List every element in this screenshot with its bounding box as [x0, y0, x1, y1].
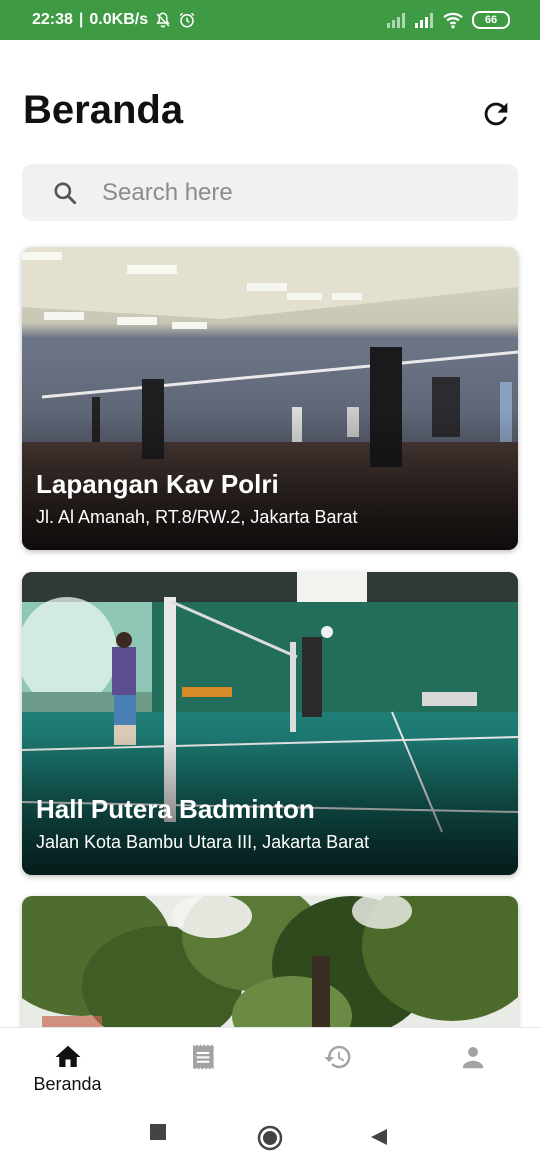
notifications-off-icon	[156, 12, 170, 28]
nav-item-beranda[interactable]: Beranda	[0, 1028, 135, 1106]
venue-name: Lapangan Kav Polri	[36, 469, 279, 499]
status-divider: |	[78, 11, 84, 28]
nav-item-history[interactable]	[270, 1028, 405, 1106]
recents-square-icon[interactable]	[149, 1123, 167, 1141]
person-icon	[462, 1047, 483, 1069]
venue-card[interactable]: Hall Putera Badminton Jalan Kota Bambu U…	[22, 572, 518, 875]
page-title: Beranda	[23, 88, 184, 132]
search-bar[interactable]	[22, 164, 518, 221]
refresh-icon	[484, 102, 508, 126]
status-right: 66	[386, 11, 510, 29]
status-time: 22:38	[32, 11, 73, 28]
battery-icon: 66	[472, 11, 510, 29]
search-input[interactable]	[100, 177, 484, 208]
venue-name: Hall Putera Badminton	[36, 794, 315, 824]
history-icon	[323, 1045, 350, 1069]
battery-level: 66	[484, 13, 498, 26]
wifi-icon	[443, 12, 463, 29]
status-bar: 22:38 | 0.0KB/s 66	[0, 0, 540, 40]
venue-address: Jl. Al Amanah, RT.8/RW.2, Jakarta Barat	[36, 507, 358, 527]
signal-icon	[387, 13, 405, 28]
home-icon	[55, 1045, 80, 1067]
venue-card[interactable]: Lapangan Kav Polri Jl. Al Amanah, RT.8/R…	[22, 247, 518, 550]
back-triangle-icon[interactable]	[370, 1128, 388, 1146]
nav-item-transactions[interactable]	[135, 1028, 270, 1106]
bottom-navigation: Beranda	[0, 1027, 540, 1106]
network-speed: 0.0KB/s	[89, 11, 149, 28]
nav-item-profile[interactable]	[405, 1028, 540, 1106]
signal-icon	[415, 13, 433, 28]
nav-label: Beranda	[33, 1074, 102, 1094]
receipt-icon	[192, 1044, 214, 1070]
refresh-button[interactable]	[476, 94, 516, 134]
status-left: 22:38 | 0.0KB/s	[32, 11, 196, 29]
venue-address: Jalan Kota Bambu Utara III, Jakarta Bara…	[36, 832, 370, 852]
home-circle-icon[interactable]	[257, 1125, 283, 1151]
alarm-icon	[179, 12, 195, 28]
search-icon	[54, 181, 77, 204]
